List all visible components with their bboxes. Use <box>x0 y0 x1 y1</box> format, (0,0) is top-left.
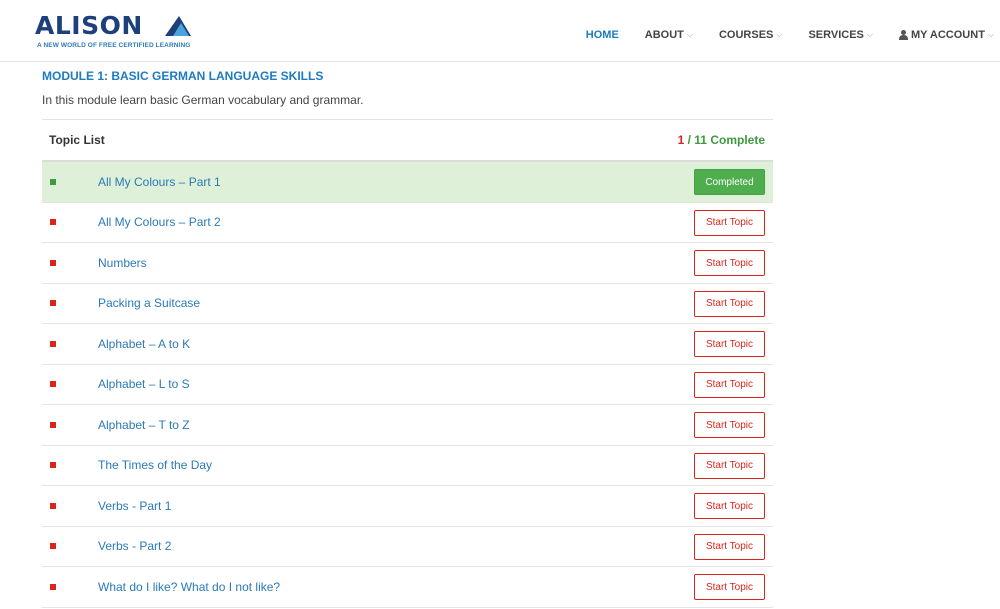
nav-services-label: SERVICES <box>808 29 864 41</box>
start-topic-button[interactable]: Start Topic <box>694 412 765 438</box>
status-square-icon <box>50 381 56 388</box>
module-description: In this module learn basic German vocabu… <box>42 93 364 107</box>
status-square-icon <box>50 421 56 428</box>
logo-tagline: A NEW WORLD OF FREE CERTIFIED LEARNING <box>37 42 191 49</box>
start-topic-button[interactable]: Start Topic <box>694 331 765 357</box>
status-square-icon <box>50 219 56 226</box>
topic-list: Topic List 1 / 11 Complete All My Colour… <box>42 119 773 608</box>
logo-wordmark: ALISON <box>35 11 143 40</box>
topic-link[interactable]: All My Colours – Part 1 <box>98 175 221 189</box>
chevron-down-icon: ⌵ <box>686 30 693 39</box>
topic-row: All My Colours – Part 1 Completed <box>42 162 773 203</box>
topic-row: Verbs - Part 2 Start Topic <box>42 527 773 567</box>
topic-row: Alphabet – A to K Start Topic <box>42 324 773 365</box>
start-topic-button[interactable]: Start Topic <box>694 452 765 479</box>
topic-link[interactable]: Verbs - Part 2 <box>98 539 171 553</box>
total-label: / 11 Complete <box>684 133 765 147</box>
start-topic-button[interactable]: Start Topic <box>694 574 765 600</box>
main-nav: HOME ABOUT ⌵ COURSES ⌵ SERVICES ⌵ MY ACC… <box>560 27 994 43</box>
topic-list-header: Topic List 1 / 11 Complete <box>42 120 773 162</box>
topic-row: Packing a Suitcase Start Topic <box>42 284 773 324</box>
nav-about-label: ABOUT <box>644 29 684 41</box>
nav-my-account-label: MY ACCOUNT <box>910 29 985 41</box>
start-topic-button[interactable]: Start Topic <box>694 250 765 276</box>
topic-list-heading: Topic List <box>49 133 105 147</box>
topic-link[interactable]: Alphabet – L to S <box>98 377 190 391</box>
chevron-down-icon: ⌵ <box>987 30 994 39</box>
status-square-icon <box>50 462 56 469</box>
topic-row: Verbs - Part 1 Start Topic <box>42 486 773 527</box>
nav-home-label: HOME <box>585 29 619 41</box>
topic-link[interactable]: Alphabet – T to Z <box>98 418 190 432</box>
site-header: ALISON A NEW WORLD OF FREE CERTIFIED LEA… <box>0 0 1000 62</box>
alison-logo[interactable]: ALISON A NEW WORLD OF FREE CERTIFIED LEA… <box>35 12 205 54</box>
nav-courses-label: COURSES <box>718 29 774 41</box>
status-square-icon <box>50 259 56 266</box>
topic-row: What do I like? What do I not like? Start… <box>42 567 773 608</box>
status-square-icon <box>50 178 56 185</box>
start-topic-button[interactable]: Start Topic <box>694 493 765 519</box>
topic-link[interactable]: Packing a Suitcase <box>98 296 200 310</box>
topic-row: Alphabet – T to Z Start Topic <box>42 405 773 446</box>
module-title: MODULE 1: BASIC GERMAN LANGUAGE SKILLS <box>42 69 324 83</box>
chevron-down-icon: ⌵ <box>776 30 783 39</box>
start-topic-button[interactable]: Start Topic <box>694 290 765 317</box>
status-square-icon <box>50 583 56 590</box>
chevron-down-icon: ⌵ <box>866 30 873 39</box>
topic-row: Alphabet – L to S Start Topic <box>42 365 773 405</box>
topic-row: Numbers Start Topic <box>42 243 773 284</box>
topic-link[interactable]: All My Colours – Part 2 <box>98 215 221 229</box>
nav-home[interactable]: HOME <box>586 29 619 41</box>
nav-about[interactable]: ABOUT ⌵ <box>645 29 693 41</box>
topic-link[interactable]: Alphabet – A to K <box>98 337 190 351</box>
status-square-icon <box>50 543 56 550</box>
user-icon <box>898 30 908 40</box>
status-square-icon <box>50 502 56 509</box>
mountain-peak-icon <box>165 16 191 36</box>
nav-courses[interactable]: COURSES ⌵ <box>719 29 782 41</box>
completion-counter: 1 / 11 Complete <box>678 133 765 147</box>
start-topic-button[interactable]: Start Topic <box>694 533 765 560</box>
topic-link[interactable]: Numbers <box>98 256 147 270</box>
topic-rows: All My Colours – Part 1 Completed All My C… <box>42 162 773 608</box>
start-topic-button[interactable]: Start Topic <box>694 209 765 236</box>
nav-my-account[interactable]: MY ACCOUNT ⌵ <box>898 29 994 41</box>
topic-row: The Times of the Day Start Topic <box>42 446 773 486</box>
status-square-icon <box>50 300 56 307</box>
nav-services[interactable]: SERVICES ⌵ <box>808 29 873 41</box>
topic-link[interactable]: Verbs - Part 1 <box>98 499 171 513</box>
status-square-icon <box>50 340 56 347</box>
completed-button[interactable]: Completed <box>694 169 765 195</box>
topic-row: All My Colours – Part 2 Start Topic <box>42 203 773 243</box>
topic-link[interactable]: What do I like? What do I not like? <box>98 580 280 594</box>
start-topic-button[interactable]: Start Topic <box>694 371 765 398</box>
topic-link[interactable]: The Times of the Day <box>98 458 212 472</box>
